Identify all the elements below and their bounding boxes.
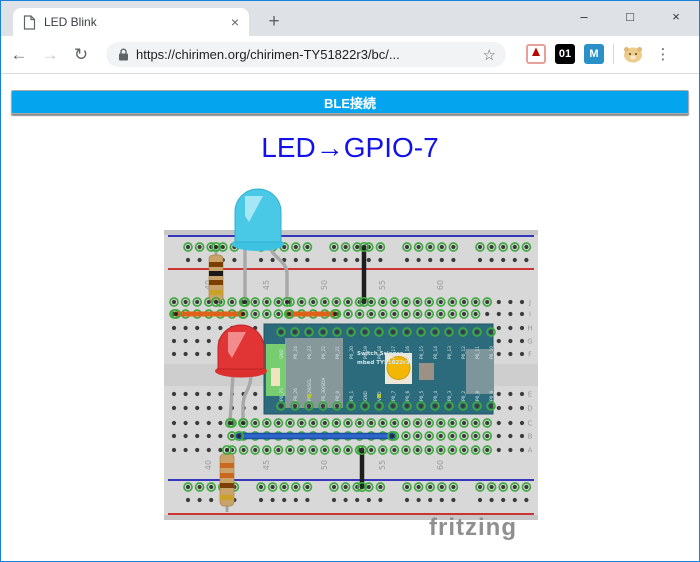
svg-text:50: 50 [320, 460, 329, 470]
svg-text:45: 45 [262, 280, 271, 290]
navigation-toolbar: ← → ↻ ⌂ https://chirimen.org/chirimen-TY… [1, 36, 699, 73]
svg-text:P0_11: P0_11 [475, 346, 481, 359]
breadboard-diagram: 40404545505055556060JIHGFEDCBASwitch Sci… [161, 182, 541, 550]
svg-text:mbed TY51822r3: mbed TY51822r3 [357, 360, 410, 366]
toolbar-separator [613, 44, 614, 64]
svg-text:C: C [528, 420, 533, 428]
back-button[interactable]: ← [6, 45, 32, 65]
svg-text:P0_19: P0_19 [363, 346, 369, 359]
svg-text:P0_9: P0_9 [489, 391, 495, 401]
pdf-extension-icon[interactable] [526, 44, 546, 64]
page-icon [23, 15, 36, 30]
svg-text:P0_30/SDA: P0_30/SDA [321, 378, 327, 401]
svg-text:P0_18: P0_18 [377, 346, 383, 359]
https-lock-icon [118, 48, 129, 61]
svg-text:60: 60 [436, 280, 445, 290]
svg-text:P0_24: P0_24 [293, 346, 299, 359]
svg-text:P0_16: P0_16 [405, 346, 411, 359]
tab-title: LED Blink [44, 15, 231, 29]
svg-text:P0_2: P0_2 [461, 391, 467, 401]
svg-text:P0_7: P0_7 [391, 391, 397, 401]
svg-text:P0_20: P0_20 [349, 346, 355, 359]
svg-text:P0_12: P0_12 [461, 346, 467, 359]
reload-button[interactable]: ↻ [68, 45, 94, 65]
svg-text:P0_14: P0_14 [433, 346, 439, 359]
svg-text:55: 55 [378, 280, 387, 290]
tab-bar: LED Blink × + – □ × [1, 1, 699, 36]
svg-text:P0_6: P0_6 [405, 391, 411, 401]
svg-text:P0_25: P0_25 [279, 388, 285, 401]
ble-connect-button[interactable]: BLE接続 [11, 90, 689, 114]
svg-text:P0_22: P0_22 [321, 346, 327, 359]
svg-text:F: F [528, 351, 532, 359]
close-button[interactable]: × [653, 1, 699, 35]
svg-text:P0_15: P0_15 [419, 346, 425, 359]
page-content: BLE接続 LED→GPIO-7 40404545505055556060JIH… [1, 73, 699, 562]
fritzing-watermark: fritzing [429, 514, 539, 542]
address-bar[interactable]: https://chirimen.org/chirimen-TY51822r3/… [106, 42, 506, 67]
svg-text:P0_17: P0_17 [391, 346, 397, 359]
chrome-menu-icon[interactable]: ⋮ [654, 45, 672, 63]
svg-text:P0_3: P0_3 [447, 391, 453, 401]
forward-button[interactable]: → [37, 45, 63, 65]
bookmark-star-icon[interactable]: ☆ [483, 46, 496, 64]
svg-text:P0_26: P0_26 [293, 388, 299, 401]
svg-text:P0_4: P0_4 [433, 391, 439, 401]
svg-text:P0_0: P0_0 [335, 391, 341, 401]
minimize-button[interactable]: – [561, 1, 607, 35]
window-controls: – □ × [561, 1, 699, 35]
m-extension-icon[interactable]: M [584, 44, 604, 64]
svg-text:P0_23: P0_23 [307, 346, 313, 359]
page-title: LED→GPIO-7 [1, 132, 699, 164]
svg-text:H: H [527, 325, 532, 333]
svg-text:P0_21: P0_21 [335, 346, 341, 359]
svg-text:45: 45 [262, 460, 271, 470]
svg-text:50: 50 [320, 280, 329, 290]
svg-text:60: 60 [436, 460, 445, 470]
svg-text:I: I [529, 311, 531, 319]
svg-text:40: 40 [204, 460, 213, 470]
hamster-extension-icon[interactable] [622, 43, 644, 65]
svg-text:GND: GND [363, 390, 369, 401]
svg-text:B: B [528, 433, 533, 441]
svg-text:P0_10: P0_10 [489, 346, 495, 359]
svg-text:P0_1: P0_1 [349, 391, 355, 401]
maximize-button[interactable]: □ [607, 1, 653, 35]
svg-text:P0_5: P0_5 [419, 391, 425, 401]
new-tab-button[interactable]: + [261, 9, 287, 35]
svg-text:P0_8: P0_8 [475, 391, 481, 401]
svg-text:D: D [527, 405, 532, 413]
url-text[interactable]: https://chirimen.org/chirimen-TY51822r3/… [136, 47, 483, 62]
browser-tab[interactable]: LED Blink × [13, 8, 249, 36]
counter-extension-icon[interactable]: 01 [555, 44, 575, 64]
svg-text:A: A [528, 447, 533, 455]
svg-text:P0_13: P0_13 [447, 346, 453, 359]
browser-window: LED Blink × + – □ × ← → ↻ ⌂ https://chir… [0, 0, 700, 562]
svg-text:J: J [528, 299, 531, 307]
extensions-area: 01 M ⋮ [517, 43, 672, 65]
tab-close-icon[interactable]: × [231, 14, 239, 30]
svg-text:E: E [528, 391, 532, 399]
svg-text:GND: GND [279, 348, 285, 359]
svg-text:G: G [527, 338, 532, 346]
svg-text:55: 55 [378, 460, 387, 470]
